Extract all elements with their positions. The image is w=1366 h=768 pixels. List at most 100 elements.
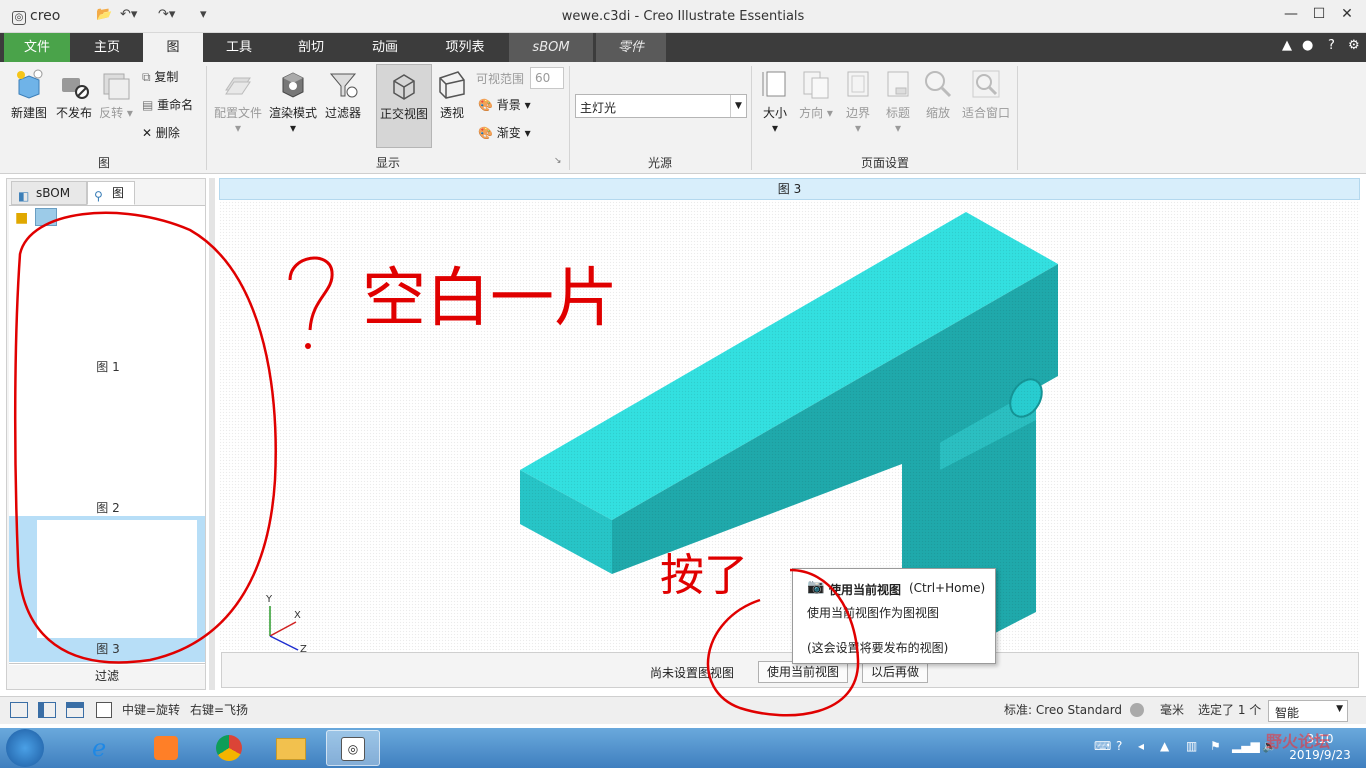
tab-tools[interactable]: 工具 <box>206 33 272 62</box>
tab-item-list[interactable]: 项列表 <box>426 33 504 62</box>
tray-expand-icon[interactable]: ▲ <box>1160 739 1169 753</box>
rename-icon: ▤ <box>142 98 154 112</box>
cube-icon: ◧ <box>18 189 30 203</box>
perspective-icon <box>439 71 465 99</box>
page-border-icon <box>847 71 869 97</box>
hint-right-fly: 右键=飞扬 <box>190 703 249 717</box>
help-icon[interactable]: ? <box>1328 38 1335 53</box>
group-label-light: 光源 <box>647 156 672 170</box>
3d-viewport[interactable]: Y X Z <box>219 200 1360 652</box>
tray-network-icon[interactable]: ▥ <box>1186 739 1197 753</box>
tab-part[interactable]: 零件 <box>596 33 666 62</box>
units-indicator: 毫米 <box>1160 703 1185 717</box>
figure-item-3-selected[interactable]: 图 3 <box>9 516 205 662</box>
selection-filter-select[interactable]: 智能 ▼ <box>1268 700 1348 722</box>
use-current-view-tooltip: 📷 使用当前视图 (Ctrl+Home) 使用当前视图作为图视图 (这会设置将要… <box>792 568 996 664</box>
group-launcher-icon[interactable]: ↘ <box>554 156 562 166</box>
page-size-icon <box>762 71 786 97</box>
close-icon[interactable]: ✕ <box>1334 6 1360 22</box>
figure-view-status: 尚未设置图视图 <box>650 666 735 680</box>
figure-label-3[interactable]: 图 3 <box>9 640 207 657</box>
reverse-button[interactable]: 反转 ▾ <box>96 68 136 121</box>
taskbar-media-player[interactable] <box>140 730 194 766</box>
figure-icon: ⚲ <box>94 189 103 203</box>
panel-tab-sbom[interactable]: ◧ sBOM <box>11 181 87 205</box>
render-mode-icon <box>282 72 304 98</box>
collapse-ribbon-icon[interactable]: ▲ <box>1282 38 1292 53</box>
layout-single-icon[interactable] <box>10 702 28 718</box>
media-player-icon <box>154 736 178 760</box>
ortho-view-button[interactable]: 正交视图 <box>376 64 432 148</box>
filter-button[interactable]: 过滤器 <box>322 68 364 121</box>
tray-keyboard-icon[interactable]: ⌨ <box>1094 739 1111 753</box>
tab-section[interactable]: 剖切 <box>276 33 346 62</box>
light-source-select[interactable]: 主灯光 ▼ <box>575 94 747 118</box>
view-range-label: 可视范围 <box>476 72 525 86</box>
page-title-button[interactable]: 标题 ▾ <box>880 68 916 135</box>
tab-home[interactable]: 主页 <box>72 33 142 62</box>
tray-help-icon[interactable]: ? <box>1116 739 1122 753</box>
delete-icon: ✕ <box>142 126 153 140</box>
figure-thumbnail-2[interactable] <box>37 378 199 498</box>
render-mode-button[interactable]: 渲染模式 ▾ <box>266 68 320 135</box>
fit-window-button[interactable]: 适合窗口 <box>958 68 1014 121</box>
tab-figure[interactable]: 图 <box>143 33 203 62</box>
axis-y-label: Y <box>265 594 273 605</box>
tray-arrow-icon[interactable]: ◂ <box>1138 739 1144 753</box>
page-border-button[interactable]: 边界 ▾ <box>840 68 876 135</box>
minimize-icon[interactable]: — <box>1278 6 1304 22</box>
use-current-view-button[interactable]: 使用当前视图 <box>758 661 849 683</box>
tray-flag-icon[interactable]: ⚑ <box>1210 739 1221 753</box>
perspective-button[interactable]: 透视 <box>434 68 470 121</box>
settings-icon[interactable]: ⚙ <box>1348 38 1360 53</box>
tab-sbom[interactable]: sBOM <box>509 33 593 62</box>
viewport-header: 图 3 <box>219 178 1360 200</box>
figure-list: ■ 图 1 图 2 图 3 <box>9 205 205 665</box>
chevron-down-icon: ▼ <box>730 95 746 117</box>
gradient-icon: 🎨 <box>478 126 493 140</box>
panel-splitter[interactable] <box>209 178 215 690</box>
unpublish-button[interactable]: 不发布 <box>54 68 94 121</box>
viewport-toggle-icon[interactable] <box>96 702 112 718</box>
panel-tab-figure[interactable]: ⚲ 图 <box>87 181 135 205</box>
gradient-button[interactable]: 🎨 渐变 ▾ <box>478 124 531 141</box>
layout-split-h-icon[interactable] <box>66 702 84 718</box>
start-button[interactable] <box>6 729 44 767</box>
rename-button[interactable]: ▤ 重命名 <box>142 96 193 113</box>
figure-thumbnail-1[interactable] <box>37 236 199 356</box>
background-button[interactable]: 🎨 背景 ▾ <box>478 96 531 113</box>
taskbar-explorer[interactable] <box>264 730 318 766</box>
tab-animation[interactable]: 动画 <box>350 33 420 62</box>
filter-bar[interactable]: 过滤 <box>9 663 205 687</box>
config-file-icon <box>225 77 251 95</box>
reverse-icon <box>103 73 130 100</box>
title-bar: ◎ creo 📂 ↶▾ ↷▾ ▾ wewe.c3di - Creo Illustr… <box>0 0 1366 33</box>
ribbon: 新建图 不发布 反转 ▾ ⧉ 复制 ▤ 重命名 ✕ 删除 图 配置文件 ▾ 渲染… <box>0 62 1366 174</box>
copy-button[interactable]: ⧉ 复制 <box>142 68 178 85</box>
taskbar-chrome[interactable] <box>202 730 256 766</box>
user-icon[interactable]: ● <box>1302 38 1313 53</box>
image-view-icon[interactable] <box>35 208 57 226</box>
background-icon: 🎨 <box>478 98 493 112</box>
model-render[interactable]: Y X Z <box>219 200 1360 652</box>
view-range-input[interactable]: 60 <box>530 67 564 89</box>
figure-panel: ◧ sBOM ⚲ 图 ■ 图 1 图 2 图 3 过滤 <box>6 178 206 690</box>
tab-file[interactable]: 文件 <box>4 33 70 62</box>
delete-button[interactable]: ✕ 删除 <box>142 124 180 141</box>
figure-label-1[interactable]: 图 1 <box>9 358 207 375</box>
taskbar-creo-illustrate[interactable]: ◎ <box>326 730 380 766</box>
config-file-button[interactable]: 配置文件 ▾ <box>210 68 266 135</box>
page-direction-button[interactable]: 方向 ▾ <box>796 68 836 121</box>
taskbar-ie[interactable]: ℯ <box>80 730 134 766</box>
maximize-icon[interactable]: ☐ <box>1306 6 1332 22</box>
figure-label-2[interactable]: 图 2 <box>9 499 207 516</box>
tray-signal-icon[interactable]: ▂▄▆ <box>1232 739 1260 753</box>
page-size-button[interactable]: 大小 ▾ <box>756 68 794 135</box>
figure-thumbnail-3[interactable] <box>37 520 197 638</box>
zoom-button[interactable]: 缩放 <box>920 68 956 121</box>
new-figure-button[interactable]: 新建图 <box>8 68 50 121</box>
folder-icon[interactable]: ■ <box>15 210 28 226</box>
do-later-button[interactable]: 以后再做 <box>862 661 929 683</box>
group-label-page: 页面设置 <box>860 156 909 170</box>
layout-split-v-icon[interactable] <box>38 702 56 718</box>
